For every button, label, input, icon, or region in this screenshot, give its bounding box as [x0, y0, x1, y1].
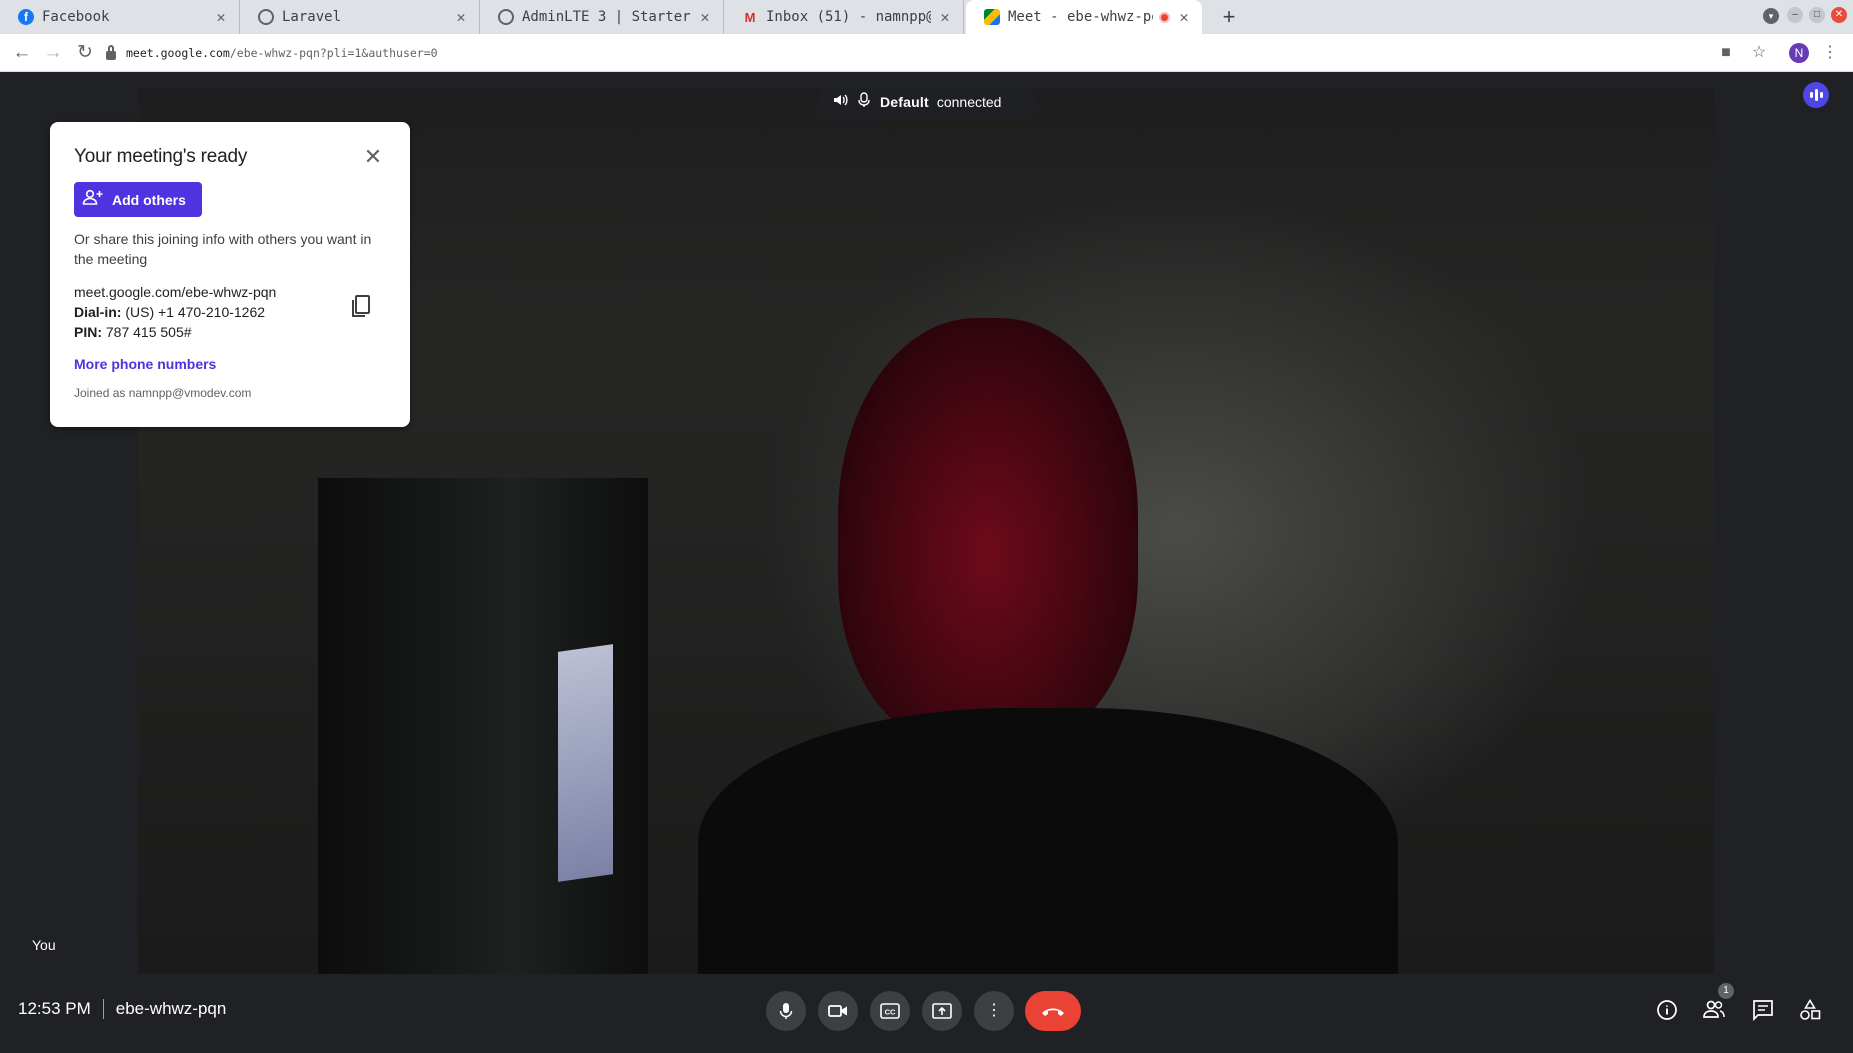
tab-facebook[interactable]: f Facebook ✕: [0, 0, 240, 34]
recording-icon: [1159, 11, 1170, 23]
browser-toolbar: ← → ↻ meet.google.com/ebe-whwz-pqn?pli=1…: [0, 34, 1853, 72]
tab-title: Laravel: [282, 9, 342, 25]
speaker-icon: [832, 92, 848, 112]
activities-button[interactable]: [1797, 998, 1823, 1025]
present-screen-button[interactable]: [922, 991, 962, 1031]
close-icon[interactable]: ✕: [1176, 8, 1192, 26]
pin-value: 787 415 505#: [105, 324, 192, 340]
pin-line: PIN: 787 415 505#: [74, 322, 386, 342]
tab-title: Meet - ebe-whwz-pqn: [1008, 9, 1153, 25]
tab-meet[interactable]: Meet - ebe-whwz-pqn ✕: [966, 0, 1202, 34]
activities-shapes-icon: [1800, 998, 1821, 1020]
tab-search-icon[interactable]: ▾: [1763, 8, 1779, 24]
close-icon[interactable]: ✕: [937, 8, 953, 26]
meeting-code: ebe-whwz-pqn: [115, 999, 227, 1018]
share-instructions: Or share this joining info with others y…: [74, 231, 372, 267]
globe-icon: [498, 9, 514, 25]
microphone-icon: [779, 1002, 793, 1019]
meeting-url[interactable]: meet.google.com/ebe-whwz-pqn: [74, 282, 386, 302]
tab-title: Inbox (51) - namnpp@vm: [766, 9, 931, 25]
hang-up-icon: [1042, 1008, 1064, 1016]
minimize-button[interactable]: –: [1787, 7, 1803, 23]
browser-menu-icon[interactable]: ⋮: [1820, 43, 1840, 63]
camera-in-use-icon[interactable]: ■: [1716, 43, 1736, 63]
meeting-details-button[interactable]: [1654, 999, 1680, 1025]
browser-tab-bar: f Facebook ✕ Laravel ✕ AdminLTE 3 | Star…: [0, 0, 1853, 34]
tab-title: Facebook: [42, 9, 110, 25]
svg-text:CC: CC: [885, 1007, 896, 1016]
chat-icon: [1753, 1000, 1773, 1022]
add-person-icon: [82, 189, 104, 210]
audio-status-pill: Default connected: [818, 85, 1035, 119]
maximize-button[interactable]: □: [1809, 7, 1825, 23]
more-options-button[interactable]: ⋮: [974, 991, 1014, 1031]
joining-info: meet.google.com/ebe-whwz-pqn Dial-in: (U…: [74, 282, 386, 342]
meeting-details: 12:53 PM ebe-whwz-pqn: [18, 999, 226, 1019]
self-name-label: You: [32, 937, 56, 953]
window-controls: – □ ✕: [1787, 7, 1847, 23]
tab-gmail[interactable]: M Inbox (51) - namnpp@vm ✕: [724, 0, 964, 34]
people-button[interactable]: [1701, 999, 1727, 1025]
audio-connection-state: connected: [936, 94, 1002, 110]
present-screen-icon: [932, 1002, 952, 1019]
camera-button[interactable]: [818, 991, 858, 1031]
url-path: /ebe-whwz-pqn?pli=1&authuser=0: [229, 46, 438, 60]
video-person: [838, 318, 1138, 748]
close-icon[interactable]: ✕: [360, 144, 386, 170]
close-icon[interactable]: ✕: [213, 8, 229, 26]
chat-button[interactable]: [1750, 999, 1776, 1025]
closed-captions-icon: CC: [880, 1002, 900, 1019]
captions-button[interactable]: CC: [870, 991, 910, 1031]
add-others-button[interactable]: Add others: [74, 182, 202, 217]
reload-button[interactable]: ↻: [72, 40, 98, 66]
dial-in-line: Dial-in: (US) +1 470-210-1262: [74, 302, 386, 322]
more-vert-icon: ⋮: [986, 1002, 1002, 1019]
audio-device-label: Default: [880, 94, 929, 110]
card-title: Your meeting's ready: [74, 146, 248, 167]
joined-as-text: Joined as namnpp@vmodev.com: [74, 386, 252, 400]
address-bar[interactable]: meet.google.com/ebe-whwz-pqn?pli=1&authu…: [106, 38, 1756, 68]
more-phone-numbers-link[interactable]: More phone numbers: [74, 356, 386, 372]
microphone-icon: [856, 92, 872, 112]
divider: [102, 999, 104, 1019]
current-time: 12:53 PM: [18, 999, 91, 1018]
tab-adminlte[interactable]: AdminLTE 3 | Starter ✕: [480, 0, 724, 34]
tab-title: AdminLTE 3 | Starter: [522, 9, 691, 25]
close-icon[interactable]: ✕: [697, 8, 713, 26]
new-tab-button[interactable]: +: [1214, 2, 1244, 32]
back-button[interactable]: ←: [9, 40, 35, 66]
tab-laravel[interactable]: Laravel ✕: [240, 0, 480, 34]
url-text[interactable]: meet.google.com/ebe-whwz-pqn?pli=1&authu…: [126, 46, 438, 60]
facebook-icon: f: [18, 9, 34, 25]
profile-avatar[interactable]: N: [1789, 43, 1809, 63]
bookmark-star-icon[interactable]: ☆: [1749, 43, 1769, 63]
info-icon: [1657, 1000, 1677, 1020]
url-host: meet.google.com: [126, 46, 230, 60]
meeting-controls-bar: 12:53 PM ebe-whwz-pqn CC ⋮ 1: [0, 977, 1853, 1053]
dial-in-label: Dial-in:: [74, 304, 122, 320]
pin-label: PIN:: [74, 324, 102, 340]
microphone-button[interactable]: [766, 991, 806, 1031]
gmail-icon: M: [744, 9, 756, 25]
dial-in-number: (US) +1 470-210-1262: [125, 304, 266, 320]
meeting-ready-card: Your meeting's ready ✕ Add others Or sha…: [50, 122, 410, 427]
close-icon[interactable]: ✕: [453, 8, 469, 26]
add-others-label: Add others: [112, 191, 186, 208]
meet-stage: Default connected Your meeting's ready ✕…: [0, 72, 1853, 1053]
participant-count-badge: 1: [1718, 983, 1734, 999]
video-camera-icon: [828, 1004, 847, 1017]
leave-call-button[interactable]: [1025, 991, 1081, 1031]
globe-icon: [258, 9, 274, 25]
audio-activity-icon[interactable]: [1803, 82, 1829, 108]
meet-icon: [984, 9, 1000, 25]
people-icon: [1703, 1000, 1725, 1018]
forward-button[interactable]: →: [40, 40, 66, 66]
video-background-light: [558, 644, 613, 882]
copy-icon[interactable]: [350, 294, 372, 320]
video-person-body: [698, 708, 1398, 974]
lock-icon[interactable]: [106, 44, 116, 60]
window-close-button[interactable]: ✕: [1831, 7, 1847, 23]
